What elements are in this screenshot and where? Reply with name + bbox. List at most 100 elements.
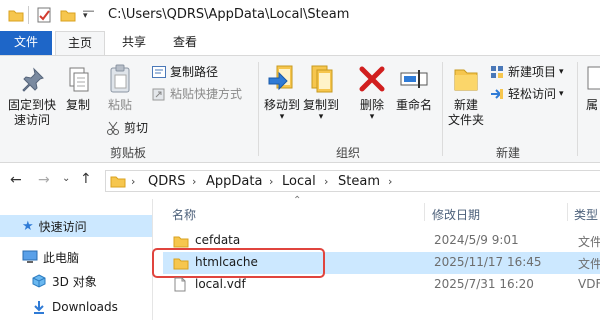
copy-to-icon <box>311 65 333 93</box>
nav-this-pc[interactable]: 此电脑 <box>0 246 79 268</box>
paste-button[interactable]: 粘贴 <box>102 64 138 113</box>
properties-label-partial: 属 <box>585 98 598 112</box>
copy-to-label: 复制到 <box>302 98 339 112</box>
rename-button[interactable]: 重命名 <box>392 64 436 113</box>
new-folder-label-line2: 文件夹 <box>447 113 484 127</box>
rename-label: 重命名 <box>395 98 432 112</box>
paste-shortcut-button[interactable]: 粘贴快捷方式 <box>152 85 242 102</box>
chevron-right-icon[interactable]: › <box>192 175 196 188</box>
breadcrumb-appdata[interactable]: AppData <box>206 174 262 189</box>
file-date: 2024/5/9 9:01 <box>434 233 519 247</box>
properties-icon[interactable] <box>36 7 52 26</box>
new-item-button[interactable]: 新建项目 ▾ <box>490 63 564 80</box>
group-divider <box>258 62 259 156</box>
chevron-down-icon[interactable]: ▾ <box>83 11 88 21</box>
file-type: 文件 <box>578 235 600 249</box>
chevron-down-icon: ▾ <box>279 112 285 122</box>
file-name: local.vdf <box>195 277 246 291</box>
tab-home[interactable]: 主页 <box>55 31 105 56</box>
move-to-icon <box>268 65 293 91</box>
pin-label-line1: 固定到快 <box>7 98 56 112</box>
column-header-type[interactable]: 类型 <box>574 206 598 223</box>
ribbon-tabs: 文件 主页 共享 查看 <box>0 31 600 56</box>
file-row[interactable]: local.vdf 2025/7/31 16:20 VDF <box>163 274 600 296</box>
clipboard-icon <box>110 64 130 93</box>
delete-x-icon <box>359 66 385 92</box>
pin-icon <box>22 67 44 92</box>
chevron-down-icon: ▾ <box>318 112 324 122</box>
file-date: 2025/11/17 16:45 <box>434 255 542 269</box>
nav-quick-access[interactable]: ★ 快速访问 <box>0 215 152 237</box>
cut-button[interactable]: 剪切 <box>106 119 148 136</box>
nav-this-pc-label: 此电脑 <box>43 250 80 265</box>
navigation-pane: ★ 快速访问 此电脑 3D 对象 Downloads <box>0 199 152 320</box>
pin-quick-access-button[interactable]: 固定到快 速访问 <box>4 66 60 128</box>
copy-to-button[interactable]: 复制到 ▾ <box>301 64 341 122</box>
title-bar: ― ▾ C:\Users\QDRS\AppData\Local\Steam <box>0 0 600 31</box>
new-group-label: 新建 <box>495 146 520 160</box>
tab-share[interactable]: 共享 <box>112 31 156 55</box>
chevron-right-icon[interactable]: › <box>269 175 273 188</box>
breadcrumb-local[interactable]: Local <box>282 174 316 189</box>
breadcrumb-qdrs[interactable]: QDRS <box>148 174 186 189</box>
address-bar[interactable]: › QDRS › AppData › Local › Steam › <box>105 170 600 192</box>
nav-downloads[interactable]: Downloads <box>0 296 118 318</box>
tab-view[interactable]: 查看 <box>163 31 207 55</box>
copy-path-button[interactable]: 复制路径 <box>152 63 218 80</box>
window-title: C:\Users\QDRS\AppData\Local\Steam <box>108 7 350 22</box>
chevron-right-icon[interactable]: › <box>324 175 328 188</box>
nav-3d-objects-label: 3D 对象 <box>52 274 97 289</box>
copy-button[interactable]: 复制 <box>62 66 94 113</box>
star-icon: ★ <box>22 218 34 234</box>
organize-group-label: 组织 <box>335 146 360 160</box>
new-folder-label-line1: 新建 <box>453 98 478 112</box>
chevron-right-icon[interactable]: › <box>388 175 392 188</box>
paste-shortcut-icon <box>152 88 165 100</box>
delete-button[interactable]: 删除 ▾ <box>354 64 390 122</box>
column-header-date[interactable]: 修改日期 <box>432 206 480 223</box>
chevron-right-icon[interactable]: › <box>131 175 135 188</box>
tab-file[interactable]: 文件 <box>0 31 52 55</box>
file-date: 2025/7/31 16:20 <box>434 277 534 291</box>
chevron-down-icon: ▾ <box>559 66 564 77</box>
ribbon: 固定到快 速访问 复制 粘贴 复制路径 粘贴快捷方式 剪切 剪贴板 移动到 ▾ … <box>0 55 600 163</box>
sort-caret-icon: ⌃ <box>293 195 302 206</box>
column-header-name[interactable]: 名称 <box>172 206 196 223</box>
chevron-down-icon: ▾ <box>369 112 375 122</box>
group-divider <box>442 62 443 156</box>
easy-access-button[interactable]: 轻松访问 ▾ <box>490 85 564 102</box>
up-arrow-icon[interactable]: ↑ <box>80 171 92 187</box>
nav-downloads-label: Downloads <box>52 300 118 314</box>
move-to-label: 移动到 <box>263 98 300 112</box>
group-divider <box>577 62 578 156</box>
chevron-down-icon: ▾ <box>559 88 564 99</box>
new-item-icon <box>491 65 503 78</box>
file-name: cefdata <box>195 233 241 247</box>
cut-label: 剪切 <box>124 121 149 135</box>
forward-arrow-icon[interactable]: → <box>38 172 50 188</box>
file-type: VDF <box>578 277 600 291</box>
copy-icon <box>69 67 89 92</box>
new-folder-button[interactable]: 新建 文件夹 <box>446 64 486 128</box>
paste-label: 粘贴 <box>107 98 132 112</box>
properties-button[interactable]: 属 <box>584 64 600 113</box>
new-folder-icon <box>454 69 478 91</box>
easy-access-icon <box>491 88 503 99</box>
title-divider <box>28 6 29 24</box>
paste-shortcut-label: 粘贴快捷方式 <box>170 87 243 101</box>
breadcrumb-steam[interactable]: Steam <box>338 174 380 189</box>
folder-icon <box>8 8 24 25</box>
new-folder-quick-icon[interactable] <box>60 8 76 25</box>
nav-3d-objects[interactable]: 3D 对象 <box>0 270 97 292</box>
computer-icon <box>22 250 38 263</box>
back-arrow-icon[interactable]: ← <box>10 172 22 188</box>
nav-quick-access-label: 快速访问 <box>38 219 87 234</box>
move-to-button[interactable]: 移动到 ▾ <box>262 64 302 122</box>
column-divider[interactable] <box>424 203 425 221</box>
column-divider[interactable] <box>567 203 568 221</box>
easy-access-label: 轻松访问 <box>508 87 557 101</box>
recent-locations-icon[interactable]: ⌄ <box>62 173 70 184</box>
file-icon <box>174 277 186 295</box>
file-type: 文件 <box>578 257 600 271</box>
properties-icon <box>587 66 600 90</box>
